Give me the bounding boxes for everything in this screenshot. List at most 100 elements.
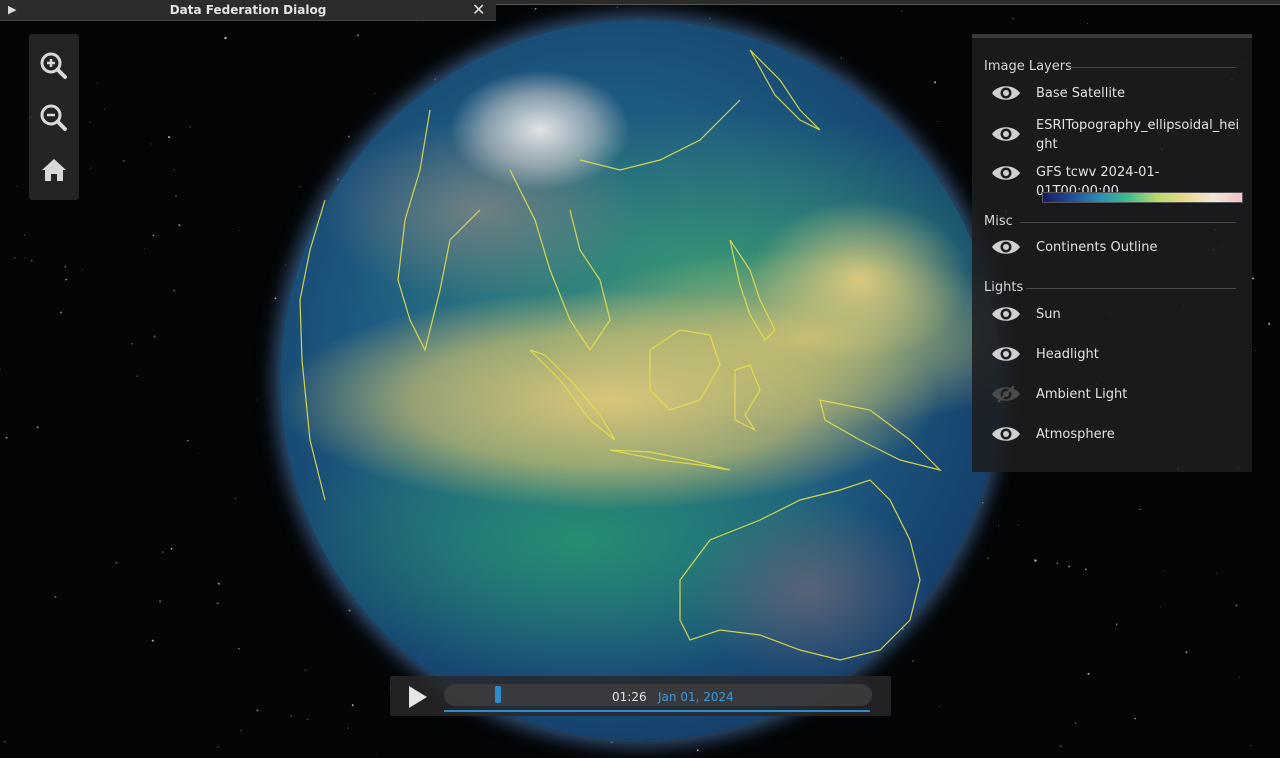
section-title-lights: Lights	[984, 280, 1024, 295]
zoom-out-icon	[40, 104, 67, 131]
star	[1163, 570, 1165, 572]
star	[1250, 745, 1252, 747]
play-icon	[409, 686, 427, 708]
star	[240, 729, 242, 731]
current-time: 01:26	[612, 690, 647, 704]
star	[0, 368, 1, 371]
layer-row-continents-outline[interactable]: Continents Outline	[972, 236, 1252, 262]
home-icon	[42, 159, 66, 181]
eye-visible-icon[interactable]	[990, 423, 1022, 445]
star	[217, 746, 219, 748]
section-title-image-layers: Image Layers	[984, 59, 1072, 74]
star	[238, 647, 240, 650]
star	[215, 28, 217, 29]
star	[115, 561, 118, 564]
layer-label: Atmosphere	[1036, 427, 1115, 442]
navigation-toolbar	[29, 34, 79, 200]
star	[16, 185, 18, 187]
globe-viewport[interactable]: ▶ Data Federation Dialog ✕ Image Layers …	[0, 0, 1280, 758]
star	[173, 168, 175, 171]
star	[170, 547, 173, 550]
zoom-out-button[interactable]	[38, 102, 70, 134]
star	[255, 399, 257, 401]
section-divider	[1026, 288, 1236, 289]
eye-visible-icon[interactable]	[990, 303, 1022, 325]
star	[143, 248, 145, 250]
star	[24, 257, 26, 259]
eye-hidden-icon[interactable]	[990, 383, 1022, 405]
star	[30, 259, 33, 262]
star	[198, 453, 200, 454]
star	[36, 426, 39, 429]
layer-label: ESRITopography_ellipsoidal_height	[1036, 118, 1240, 152]
eye-visible-icon[interactable]	[990, 343, 1022, 365]
star	[1116, 623, 1118, 625]
star	[64, 266, 66, 268]
star	[1268, 322, 1271, 325]
star	[1159, 606, 1161, 608]
layer-row-esri-topography[interactable]: ESRITopography_ellipsoidal_height	[972, 118, 1252, 160]
continents-outline	[299, 49, 942, 661]
layer-label: Base Satellite	[1036, 86, 1126, 101]
star	[216, 602, 219, 605]
section-title-misc: Misc	[984, 214, 1013, 229]
star	[1139, 508, 1141, 511]
star	[1215, 572, 1217, 574]
layer-label: Ambient Light	[1036, 387, 1128, 402]
section-divider	[1020, 222, 1236, 223]
home-button[interactable]	[38, 154, 70, 186]
star	[65, 278, 67, 281]
star	[81, 269, 83, 271]
star	[376, 756, 378, 758]
star	[1012, 17, 1015, 20]
star	[131, 342, 134, 345]
star	[173, 289, 176, 292]
star	[1238, 676, 1240, 678]
star	[1185, 651, 1188, 654]
eye-visible-icon[interactable]	[990, 82, 1022, 104]
star	[187, 439, 189, 442]
star	[1255, 349, 1257, 351]
star	[151, 143, 153, 145]
star	[1087, 672, 1090, 675]
earth-globe[interactable]	[270, 10, 1010, 750]
star	[1085, 568, 1087, 571]
section-divider	[1068, 67, 1236, 68]
star	[217, 582, 220, 585]
data-federation-dialog-bar: ▶ Data Federation Dialog ✕	[0, 0, 496, 21]
star	[90, 167, 92, 169]
layer-row-ambient-light[interactable]: Ambient Light	[972, 383, 1252, 409]
layer-row-headlight[interactable]: Headlight	[972, 343, 1252, 369]
star	[104, 108, 106, 110]
eye-visible-icon[interactable]	[990, 236, 1022, 258]
layer-row-sun[interactable]: Sun	[972, 303, 1252, 329]
star	[234, 497, 236, 499]
star	[122, 159, 125, 162]
star	[175, 194, 177, 197]
layer-row-atmosphere[interactable]: Atmosphere	[972, 423, 1252, 449]
layers-panel: Image Layers Base Satellite ESRITopograp…	[972, 34, 1252, 472]
star	[152, 234, 155, 237]
tcwv-colorbar	[1042, 192, 1243, 203]
timeline-scrubber-handle[interactable]	[495, 686, 502, 703]
star	[153, 335, 156, 338]
eye-visible-icon[interactable]	[990, 162, 1022, 184]
star	[1134, 717, 1136, 720]
star	[238, 230, 239, 231]
star	[151, 639, 154, 642]
star	[161, 551, 164, 554]
zoom-in-button[interactable]	[38, 50, 70, 82]
star	[1059, 745, 1062, 748]
layer-row-base-satellite[interactable]: Base Satellite	[972, 82, 1252, 108]
eye-visible-icon[interactable]	[990, 123, 1022, 145]
star	[224, 36, 227, 40]
star	[97, 82, 99, 84]
star	[5, 436, 8, 439]
star	[13, 256, 16, 259]
close-icon[interactable]: ✕	[472, 0, 485, 19]
star	[23, 233, 26, 236]
star	[89, 122, 91, 123]
play-button[interactable]	[404, 684, 430, 710]
star	[616, 6, 618, 8]
layer-row-gfs-tcwv[interactable]: GFS tcwv 2024-01-01T00:00:00	[972, 162, 1252, 199]
